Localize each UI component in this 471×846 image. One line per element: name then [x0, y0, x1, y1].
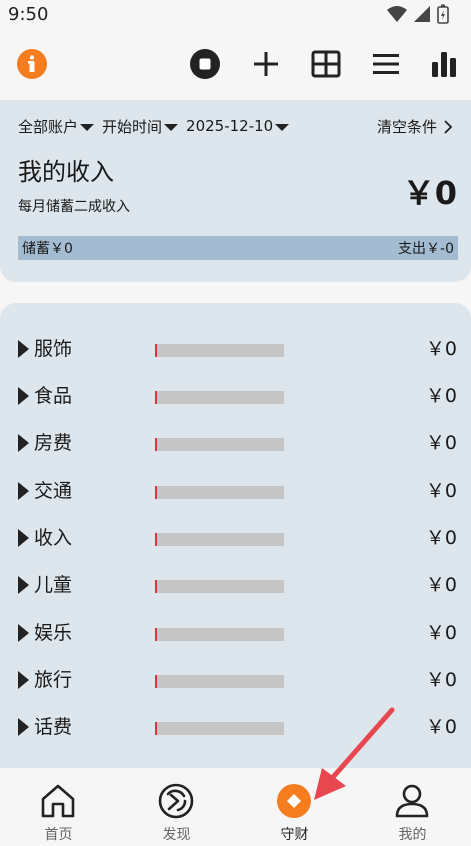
nav-wealth[interactable]: 守财 [236, 768, 353, 846]
nav-label: 首页 [44, 827, 73, 843]
category-progress-bar [155, 438, 284, 451]
user-icon [395, 784, 429, 818]
expand-triangle-icon [18, 718, 29, 736]
grid-view-button[interactable] [308, 46, 344, 82]
category-value: ￥0 [425, 480, 457, 502]
category-progress-bar [155, 391, 284, 404]
clear-filters-button[interactable]: 清空条件 [377, 116, 453, 137]
category-value: ￥0 [425, 622, 457, 644]
nav-home[interactable]: 首页 [0, 768, 117, 846]
category-name: 娱乐 [34, 622, 73, 644]
menu-button[interactable] [368, 46, 404, 82]
category-progress-bar [155, 344, 284, 357]
expand-triangle-icon [18, 529, 29, 547]
category-value: ￥0 [425, 338, 457, 360]
category-name: 房费 [34, 432, 73, 454]
category-name: 交通 [34, 480, 73, 502]
category-value: ￥0 [425, 432, 457, 454]
date-label: 2025-12-10 [186, 117, 274, 135]
info-icon [17, 49, 47, 79]
category-row-income[interactable]: 收入 ￥0 [0, 519, 471, 559]
plus-icon [254, 52, 278, 76]
add-button[interactable] [248, 46, 284, 82]
nav-discover[interactable]: 发现 [118, 768, 235, 846]
category-name: 儿童 [34, 574, 73, 596]
account-filter-label: 全部账户 [18, 117, 79, 136]
nav-label: 我的 [398, 827, 427, 843]
category-value: ￥0 [425, 574, 457, 596]
menu-icon [373, 54, 399, 74]
category-row-phone[interactable]: 话费 ￥0 [0, 708, 471, 748]
expense-label: 支出￥-0 [398, 241, 454, 257]
start-time-label: 开始时间 [102, 117, 163, 136]
category-row-transport[interactable]: 交通 ￥0 [0, 472, 471, 512]
category-progress-bar [155, 533, 284, 546]
category-row-clothing[interactable]: 服饰 ￥0 [0, 330, 471, 370]
status-bar: 9:50 [0, 0, 471, 30]
category-value: ￥0 [425, 385, 457, 407]
chevron-down-icon [275, 124, 290, 131]
filter-bar: 全部账户 开始时间 2025-12-10 清空条件 [18, 116, 453, 136]
category-name: 话费 [34, 716, 73, 738]
clear-filters-label: 清空条件 [376, 118, 437, 136]
stop-button[interactable] [187, 46, 223, 82]
grid-icon [311, 50, 341, 78]
category-name: 服饰 [34, 338, 73, 360]
category-name: 食品 [34, 385, 73, 407]
summary-card: 全部账户 开始时间 2025-12-10 清空条件 我的收入 每月储蓄二成收入 … [0, 100, 471, 282]
category-progress-bar [155, 628, 284, 641]
expand-triangle-icon [18, 482, 29, 500]
bottom-nav: 首页 发现 守财 我的 [0, 768, 471, 846]
income-title: 我的收入 [18, 158, 114, 186]
category-row-travel[interactable]: 旅行 ￥0 [0, 661, 471, 701]
category-row-rent[interactable]: 房费 ￥0 [0, 424, 471, 464]
category-name: 收入 [34, 527, 73, 549]
home-icon [41, 784, 75, 818]
chevron-right-icon [444, 119, 453, 134]
category-value: ￥0 [425, 669, 457, 691]
bar-chart-icon [432, 52, 456, 77]
expand-triangle-icon [18, 624, 29, 642]
status-icons [387, 4, 449, 24]
category-row-food[interactable]: 食品 ￥0 [0, 377, 471, 417]
battery-icon [437, 4, 449, 24]
savings-label: 储蓄￥0 [22, 241, 73, 257]
date-filter[interactable]: 2025-12-10 [186, 117, 290, 135]
category-row-entertainment[interactable]: 娱乐 ￥0 [0, 614, 471, 654]
category-row-children[interactable]: 儿童 ￥0 [0, 566, 471, 606]
info-button[interactable] [14, 46, 50, 82]
status-time: 9:50 [8, 4, 49, 25]
expand-triangle-icon [18, 576, 29, 594]
expand-triangle-icon [18, 671, 29, 689]
start-time-filter[interactable]: 开始时间 [102, 116, 179, 137]
category-progress-bar [155, 580, 284, 593]
stats-button[interactable] [426, 46, 462, 82]
category-value: ￥0 [425, 527, 457, 549]
expand-triangle-icon [18, 387, 29, 405]
wifi-icon [387, 6, 407, 22]
expand-triangle-icon [18, 434, 29, 452]
expand-triangle-icon [18, 340, 29, 358]
toolbar [0, 40, 471, 90]
account-filter[interactable]: 全部账户 [18, 116, 95, 137]
category-progress-bar [155, 486, 284, 499]
nav-profile[interactable]: 我的 [354, 768, 471, 846]
nav-label: 守财 [280, 827, 309, 843]
category-progress-bar [155, 675, 284, 688]
nav-label: 发现 [162, 827, 191, 843]
chevron-down-icon [80, 124, 95, 131]
category-name: 旅行 [34, 669, 73, 691]
income-subtitle: 每月储蓄二成收入 [18, 199, 130, 215]
income-amount: ￥0 [402, 174, 457, 212]
chevron-down-icon [164, 124, 179, 131]
discover-icon [158, 783, 194, 819]
category-value: ￥0 [425, 716, 457, 738]
savings-bar: 储蓄￥0 支出￥-0 [18, 236, 458, 260]
signal-icon [414, 6, 430, 22]
stop-circle-icon [190, 49, 220, 79]
category-progress-bar [155, 722, 284, 735]
coin-icon [277, 784, 311, 818]
category-list: 服饰 ￥0 食品 ￥0 房费 ￥0 交通 ￥0 收入 ￥0 儿童 ￥0 娱乐 ￥… [0, 303, 471, 783]
